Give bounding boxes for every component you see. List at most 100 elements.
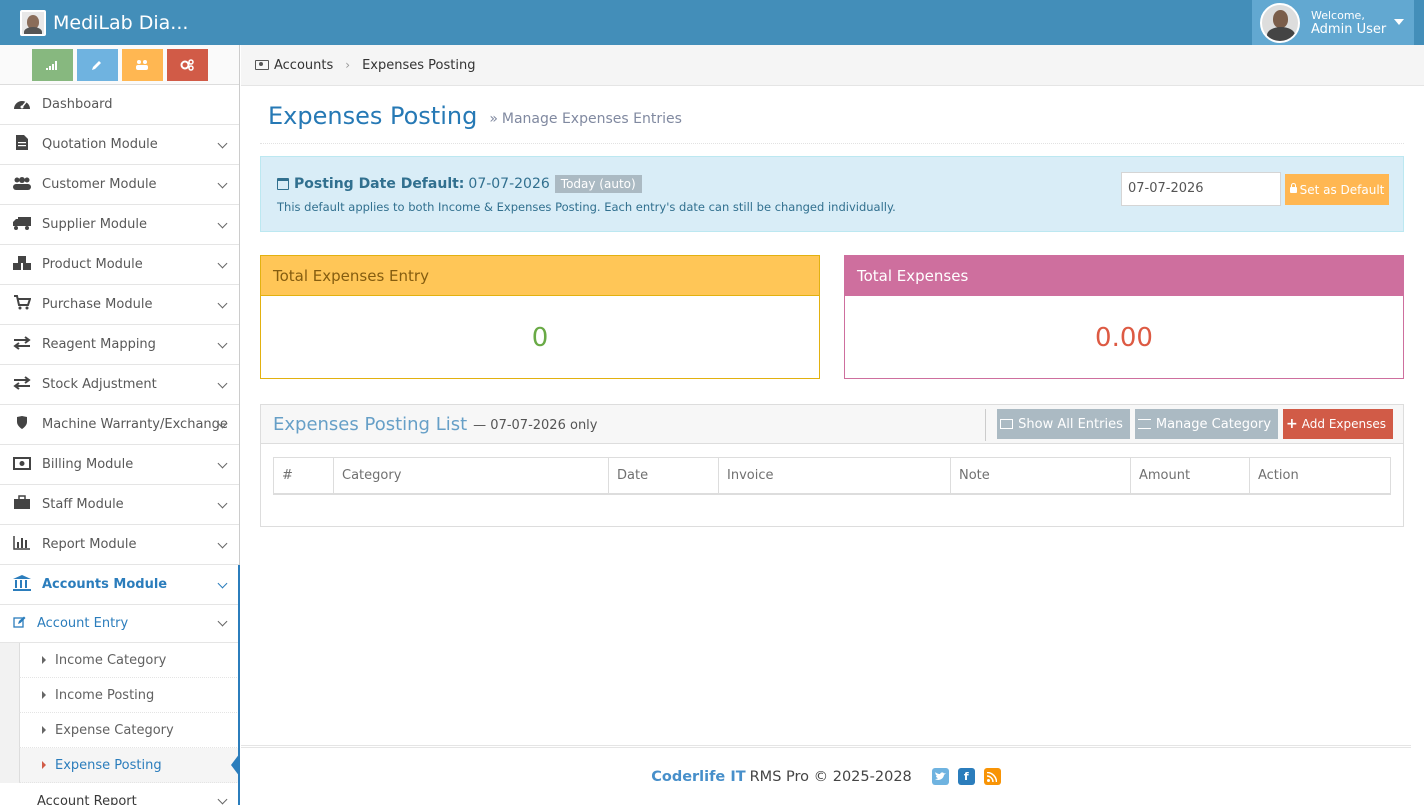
exchange-icon [11, 335, 33, 354]
total-expenses-label: Total Expenses [845, 256, 1403, 296]
posting-date-alert: Posting Date Default: 07-07-2026 Today (… [260, 156, 1404, 232]
column-header[interactable]: Note [950, 457, 1131, 495]
sidebar-item-dashboard[interactable]: Dashboard [0, 85, 239, 125]
double-angle-right-icon: » [489, 110, 498, 127]
sidebar-item-report[interactable]: Report Module [0, 525, 239, 565]
sidebar-item-label: Stock Adjustment [42, 377, 157, 392]
expenses-table: # Category Date Invoice Note Amount Acti… [273, 457, 1391, 495]
column-header[interactable]: Category [333, 457, 609, 495]
footer-text: RMS Pro © 2025-2028 [749, 768, 912, 785]
sidebar-item-supplier[interactable]: Supplier Module [0, 205, 239, 245]
cogs-icon[interactable] [166, 48, 208, 81]
sidebar-item-label: Dashboard [42, 97, 113, 112]
table-header-row: # Category Date Invoice Note Amount Acti… [273, 457, 1391, 495]
chevron-down-icon [217, 298, 228, 309]
page-subtitle-text: Manage Expenses Entries [501, 110, 682, 127]
sidebar-item-stock[interactable]: Stock Adjustment [0, 365, 239, 405]
sidebar-item-label: Quotation Module [42, 137, 158, 152]
set-default-label: Set as Default [1299, 182, 1385, 197]
bank-icon [11, 574, 33, 595]
sidebar-leaf-label: Income Category [55, 652, 167, 668]
sidebar-item-label: Reagent Mapping [42, 337, 156, 352]
exchange-icon [11, 375, 33, 394]
sidebar-item-quotation[interactable]: Quotation Module [0, 125, 239, 165]
lock-icon [1289, 182, 1297, 193]
column-header[interactable]: # [273, 457, 334, 495]
chevron-down-icon [217, 178, 228, 189]
total-entries-label: Total Expenses Entry [261, 256, 819, 296]
sidebar-item-billing[interactable]: Billing Module [0, 445, 239, 485]
bar-chart-icon [11, 535, 33, 554]
edit-icon [13, 616, 27, 631]
truck-icon [11, 216, 33, 234]
shield-icon [11, 415, 33, 434]
active-border [238, 565, 240, 805]
calendar-check-icon [277, 178, 289, 190]
sidebar-item-label: Customer Module [42, 177, 157, 192]
chevron-down-icon [217, 458, 228, 469]
twitter-icon[interactable] [931, 768, 949, 785]
manage-category-label: Manage Category [1155, 416, 1272, 432]
show-all-entries-button[interactable]: Show All Entries [997, 409, 1130, 439]
signal-icon[interactable] [31, 48, 73, 81]
footer-company: Coderlife IT [651, 768, 746, 785]
sidebar-item-label: Machine Warranty/Exchange [42, 417, 228, 432]
sidebar-item-label: Supplier Module [42, 217, 147, 232]
rss-icon[interactable] [983, 768, 1001, 785]
sidebar-item-accounts[interactable]: Accounts Module [0, 565, 240, 605]
group-icon[interactable] [121, 48, 163, 81]
posting-date-line: Posting Date Default: 07-07-2026 Today (… [277, 175, 642, 193]
money-icon [11, 456, 33, 474]
column-header[interactable]: Amount [1130, 457, 1250, 495]
chevron-down-icon [217, 616, 228, 627]
list-toolbar: Show All Entries Manage Category + Add E… [985, 409, 1393, 441]
briefcase-icon [11, 495, 33, 514]
page-header: Expenses Posting » Manage Expenses Entrie… [260, 86, 1404, 144]
sidebar-leaf-income-category[interactable]: Income Category [19, 643, 239, 678]
sidebar-leaf-expense-category[interactable]: Expense Category [19, 713, 239, 748]
sidebar-item-label: Accounts Module [42, 577, 168, 592]
column-header[interactable]: Action [1249, 457, 1391, 495]
user-menu[interactable]: Welcome, Admin User [1252, 0, 1414, 45]
cart-icon [11, 295, 33, 314]
column-header[interactable]: Date [608, 457, 719, 495]
caret-right-icon [42, 726, 46, 734]
chevron-down-icon [217, 138, 228, 149]
brand[interactable]: MediLab Dia... [20, 10, 188, 36]
manage-category-button[interactable]: Manage Category [1134, 409, 1279, 439]
sidebar-leaf-income-posting[interactable]: Income Posting [19, 678, 239, 713]
caret-right-icon [42, 761, 46, 769]
pencil-icon[interactable] [76, 48, 118, 81]
total-expenses-value: 0.00 [1095, 323, 1153, 353]
sidebar-item-label: Report Module [42, 537, 137, 552]
list-subtitle: — 07-07-2026 only [473, 418, 598, 433]
cubes-icon [11, 255, 33, 275]
file-icon [11, 134, 33, 155]
sidebar-leaf-expense-posting[interactable]: Expense Posting [19, 748, 240, 783]
sidebar-item-product[interactable]: Product Module [0, 245, 239, 285]
plus-icon: + [1286, 416, 1298, 432]
set-default-button[interactable]: Set as Default [1285, 174, 1389, 205]
breadcrumb-accounts[interactable]: Accounts [274, 58, 333, 73]
default-date-input[interactable]: 07-07-2026 [1121, 172, 1281, 206]
sidebar-item-customer[interactable]: Customer Module [0, 165, 239, 205]
list-title: Expenses Posting List [273, 413, 468, 435]
sidebar-item-machine[interactable]: Machine Warranty/Exchange [0, 405, 239, 445]
add-expenses-label: Add Expenses [1301, 417, 1386, 431]
column-header[interactable]: Invoice [718, 457, 951, 495]
sidebar-item-purchase[interactable]: Purchase Module [0, 285, 239, 325]
sidebar-subitem-account-entry[interactable]: Account Entry [0, 605, 239, 643]
breadcrumb-separator-icon: › [345, 58, 351, 72]
total-entries-box: Total Expenses Entry 0 [260, 255, 820, 379]
sidebar-leaf-label: Expense Category [55, 722, 174, 738]
footer: Coderlife IT RMS Pro © 2025-2028 f [241, 745, 1411, 805]
add-expenses-button[interactable]: + Add Expenses [1283, 409, 1393, 439]
caret-right-icon [42, 691, 46, 699]
sidebar-subitem-account-report[interactable]: Account Report [0, 783, 239, 805]
facebook-icon[interactable]: f [957, 768, 975, 785]
page-title: Expenses Posting [268, 101, 478, 130]
sidebar-item-label: Product Module [42, 257, 143, 272]
sidebar-subitem-label: Account Report [37, 794, 137, 805]
sidebar-item-staff[interactable]: Staff Module [0, 485, 239, 525]
sidebar-item-reagent[interactable]: Reagent Mapping [0, 325, 239, 365]
